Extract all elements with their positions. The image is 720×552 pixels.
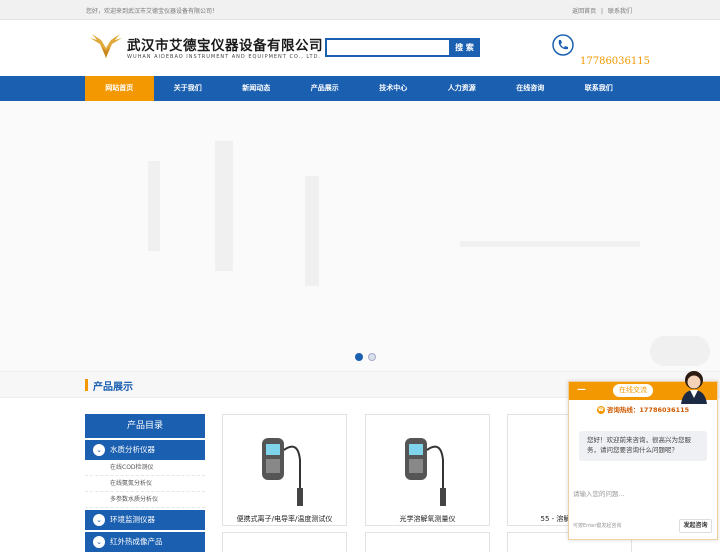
slider-dot-1[interactable] — [355, 353, 363, 361]
section-accent — [85, 379, 88, 391]
nav-item-products[interactable]: 产品展示 — [291, 76, 360, 101]
product-card[interactable] — [222, 414, 347, 526]
category-water-analysis[interactable]: ⌄ 水质分析仪器 — [85, 440, 205, 460]
category-environment[interactable]: ⌄ 环境监测仪器 — [85, 510, 205, 530]
product-card[interactable] — [365, 414, 490, 526]
product-card[interactable] — [222, 532, 347, 552]
chat-hotline: ☎ 咨询热线：17786036115 — [569, 404, 717, 414]
nav-item-news[interactable]: 新闻动态 — [222, 76, 291, 101]
main-nav: 网站首页 关于我们 新闻动态 产品展示 技术中心 人力资源 在线咨询 联系我们 — [0, 76, 720, 101]
contact-link[interactable]: 联系我们 — [608, 8, 632, 15]
chat-hotline-text: 咨询热线：17786036115 — [606, 406, 690, 414]
banner-shape — [148, 161, 160, 251]
catalog-heading: 产品目录 — [85, 414, 205, 438]
nav-item-contact[interactable]: 联系我们 — [565, 76, 634, 101]
eagle-logo-icon — [90, 34, 122, 58]
chevron-down-icon: ⌄ — [93, 514, 105, 526]
product-card[interactable] — [365, 532, 490, 552]
header: 武汉市艾德宝仪器设备有限公司 WUHAN AIDEBAO INSTRUMENT … — [0, 20, 720, 76]
greeting-bubble: 您好！欢迎前来咨询，很高兴为您服务，请问您要咨询什么问题呢？ — [579, 431, 707, 461]
search-button[interactable]: 搜 索 — [449, 38, 480, 57]
subcategory-ammonia[interactable]: 在线氨氮分析仪 — [85, 476, 205, 492]
hotline-number: 17786036115 — [580, 56, 650, 67]
category-thermal[interactable]: ⌄ 红外热成像产品 — [85, 532, 205, 552]
nav-item-tech[interactable]: 技术中心 — [359, 76, 428, 101]
category-label: 水质分析仪器 — [110, 445, 155, 454]
search-input[interactable] — [325, 38, 450, 57]
top-link-divider: | — [601, 8, 604, 15]
meter-device-icon — [262, 438, 303, 506]
company-name-en: WUHAN AIDEBAO INSTRUMENT AND EQUIPMENT C… — [127, 54, 322, 60]
top-links: 返回首页 | 联系我们 — [569, 6, 632, 15]
nav-item-about[interactable]: 关于我们 — [154, 76, 223, 101]
chevron-down-icon: ⌄ — [93, 444, 105, 456]
slider-dot-2[interactable] — [368, 353, 376, 361]
banner-shape — [650, 336, 710, 366]
chat-title: 在线交流 — [613, 384, 653, 397]
product-catalog-sidebar: 产品目录 ⌄ 水质分析仪器 在线COD检测仪 在线氨氮分析仪 多参数水质分析仪 … — [85, 414, 205, 552]
nav-item-home[interactable]: 网站首页 — [85, 76, 154, 101]
product-name[interactable]: 光学溶解氧测量仪 — [365, 514, 490, 524]
banner-shape — [305, 176, 319, 286]
home-link[interactable]: 返回首页 — [572, 8, 596, 15]
chat-footer-hint: 可按Enter键发起咨询 — [573, 523, 622, 529]
company-logo[interactable]: 武汉市艾德宝仪器设备有限公司 WUHAN AIDEBAO INSTRUMENT … — [88, 32, 323, 72]
nav-item-consult[interactable]: 在线咨询 — [496, 76, 565, 101]
search-box: 搜 索 — [325, 38, 480, 57]
minimize-button[interactable]: — — [577, 385, 586, 395]
send-button[interactable]: 发起咨询 — [679, 519, 712, 533]
welcome-text: 您好，欢迎来到武汉市艾德宝仪器设备有限公司！ — [86, 8, 219, 15]
category-label: 红外热成像产品 — [110, 537, 163, 546]
subcategory-multiparam[interactable]: 多参数水质分析仪 — [85, 492, 205, 508]
agent-avatar-icon — [681, 371, 707, 404]
chat-input[interactable]: 请输入您的问题... — [573, 488, 625, 498]
meter-device-icon — [405, 438, 446, 506]
top-bar: 您好，欢迎来到武汉市艾德宝仪器设备有限公司！ 返回首页 | 联系我们 — [0, 0, 720, 20]
banner-shape — [460, 241, 640, 247]
chevron-down-icon: ⌄ — [93, 536, 105, 548]
banner-shape — [215, 141, 233, 271]
subcategory-cod[interactable]: 在线COD检测仪 — [85, 460, 205, 476]
nav-item-hr[interactable]: 人力资源 — [428, 76, 497, 101]
phone-icon — [552, 34, 574, 56]
hero-banner[interactable] — [0, 101, 720, 371]
section-title: 产品展示 — [93, 382, 133, 393]
category-label: 环境监测仪器 — [110, 515, 155, 524]
company-name-cn: 武汉市艾德宝仪器设备有限公司 — [127, 38, 323, 54]
phone-icon: ☎ — [596, 406, 605, 414]
product-name[interactable]: 便携式离子/电导率/温度测试仪 — [222, 514, 347, 524]
chat-widget: — 在线交流 ☎ 咨询热线：17786036115 您好！欢迎前来咨询，很高兴为您… — [568, 371, 718, 540]
